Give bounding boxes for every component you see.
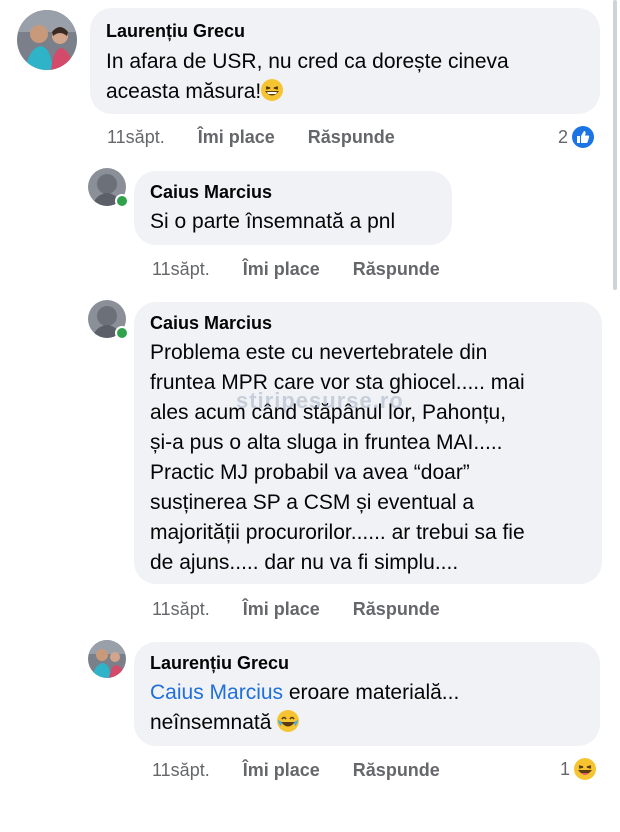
comment-bubble: Caius Marcius Si o parte însemnată a pnl bbox=[134, 171, 452, 245]
comment-author[interactable]: Laurențiu Grecu bbox=[106, 20, 584, 42]
comment-timestamp[interactable]: 11săpt. bbox=[152, 599, 210, 620]
comment-author[interactable]: Laurențiu Grecu bbox=[150, 652, 584, 674]
comment-timestamp[interactable]: 11săpt. bbox=[107, 127, 165, 148]
like-button[interactable]: Îmi place bbox=[243, 259, 320, 280]
online-status-indicator bbox=[115, 194, 129, 208]
watermark-logo: stiripesurse.ro bbox=[236, 388, 404, 413]
like-button[interactable]: Îmi place bbox=[243, 599, 320, 620]
comment-text-line: Problema este cu nevertebratele din bbox=[150, 341, 488, 364]
comment-text-line: Si o parte însemnată a pnl bbox=[150, 210, 396, 233]
avatar-photo-icon bbox=[88, 640, 126, 678]
avatar[interactable] bbox=[88, 640, 126, 678]
comment-text-line: In afara de USR, nu cred ca dorește cine… bbox=[106, 50, 509, 73]
like-icon bbox=[572, 126, 595, 148]
reaction-count: 1 bbox=[560, 758, 571, 779]
comment-text-line: neînsemnată bbox=[150, 711, 272, 734]
comment-bubble: Caius Marcius Problema este cu nevertebr… bbox=[134, 302, 602, 584]
comment-actions: 11săpt. Îmi place Răspunde bbox=[152, 259, 440, 280]
avatar[interactable] bbox=[17, 10, 77, 70]
reply-button[interactable]: Răspunde bbox=[353, 259, 440, 280]
comment-text-line: Practic MJ probabil va avea “doar” bbox=[150, 461, 470, 484]
comment-bubble: Laurențiu Grecu In afara de USR, nu cred… bbox=[90, 8, 600, 114]
comment-actions: 11săpt. Îmi place Răspunde bbox=[107, 127, 395, 148]
mention-link[interactable]: Caius Marcius bbox=[150, 681, 283, 704]
avatar-photo-icon bbox=[17, 10, 77, 70]
comment-text-line: de ajuns..... dar nu va fi simplu.... bbox=[150, 551, 459, 574]
comment-actions: 11săpt. Îmi place Răspunde bbox=[152, 599, 440, 620]
reaction-summary[interactable]: 1 bbox=[560, 758, 597, 780]
grinning-squinting-face-icon bbox=[261, 79, 284, 101]
comment-author[interactable]: Caius Marcius bbox=[150, 312, 586, 334]
comment-text-line: susținerea SP a CSM și eventual a bbox=[150, 491, 475, 514]
comment-text-line: eroare materială... bbox=[283, 681, 460, 704]
comment-text-line: aceasta măsura! bbox=[106, 80, 262, 103]
comment-actions: 11săpt. Îmi place Răspunde bbox=[152, 760, 440, 781]
comment-bubble: Laurențiu Grecu Caius Marcius eroare mat… bbox=[134, 642, 600, 746]
comment-timestamp[interactable]: 11săpt. bbox=[152, 760, 210, 781]
comment-timestamp[interactable]: 11săpt. bbox=[152, 259, 210, 280]
haha-icon bbox=[574, 758, 597, 780]
scrollbar[interactable] bbox=[613, 0, 617, 290]
reply-button[interactable]: Răspunde bbox=[353, 599, 440, 620]
like-button[interactable]: Îmi place bbox=[243, 760, 320, 781]
reaction-summary[interactable]: 2 bbox=[558, 126, 595, 148]
like-button[interactable]: Îmi place bbox=[198, 127, 275, 148]
online-status-indicator bbox=[115, 326, 129, 340]
reply-button[interactable]: Răspunde bbox=[308, 127, 395, 148]
comment-author[interactable]: Caius Marcius bbox=[150, 181, 436, 203]
reaction-count: 2 bbox=[558, 126, 569, 147]
comment-text-line: și-a pus o alta sluga in fruntea MAI....… bbox=[150, 431, 503, 454]
face-with-tears-of-joy-icon bbox=[277, 710, 300, 732]
reply-button[interactable]: Răspunde bbox=[353, 760, 440, 781]
comment-text-line: majorității procurorilor...... ar trebui… bbox=[150, 521, 525, 544]
